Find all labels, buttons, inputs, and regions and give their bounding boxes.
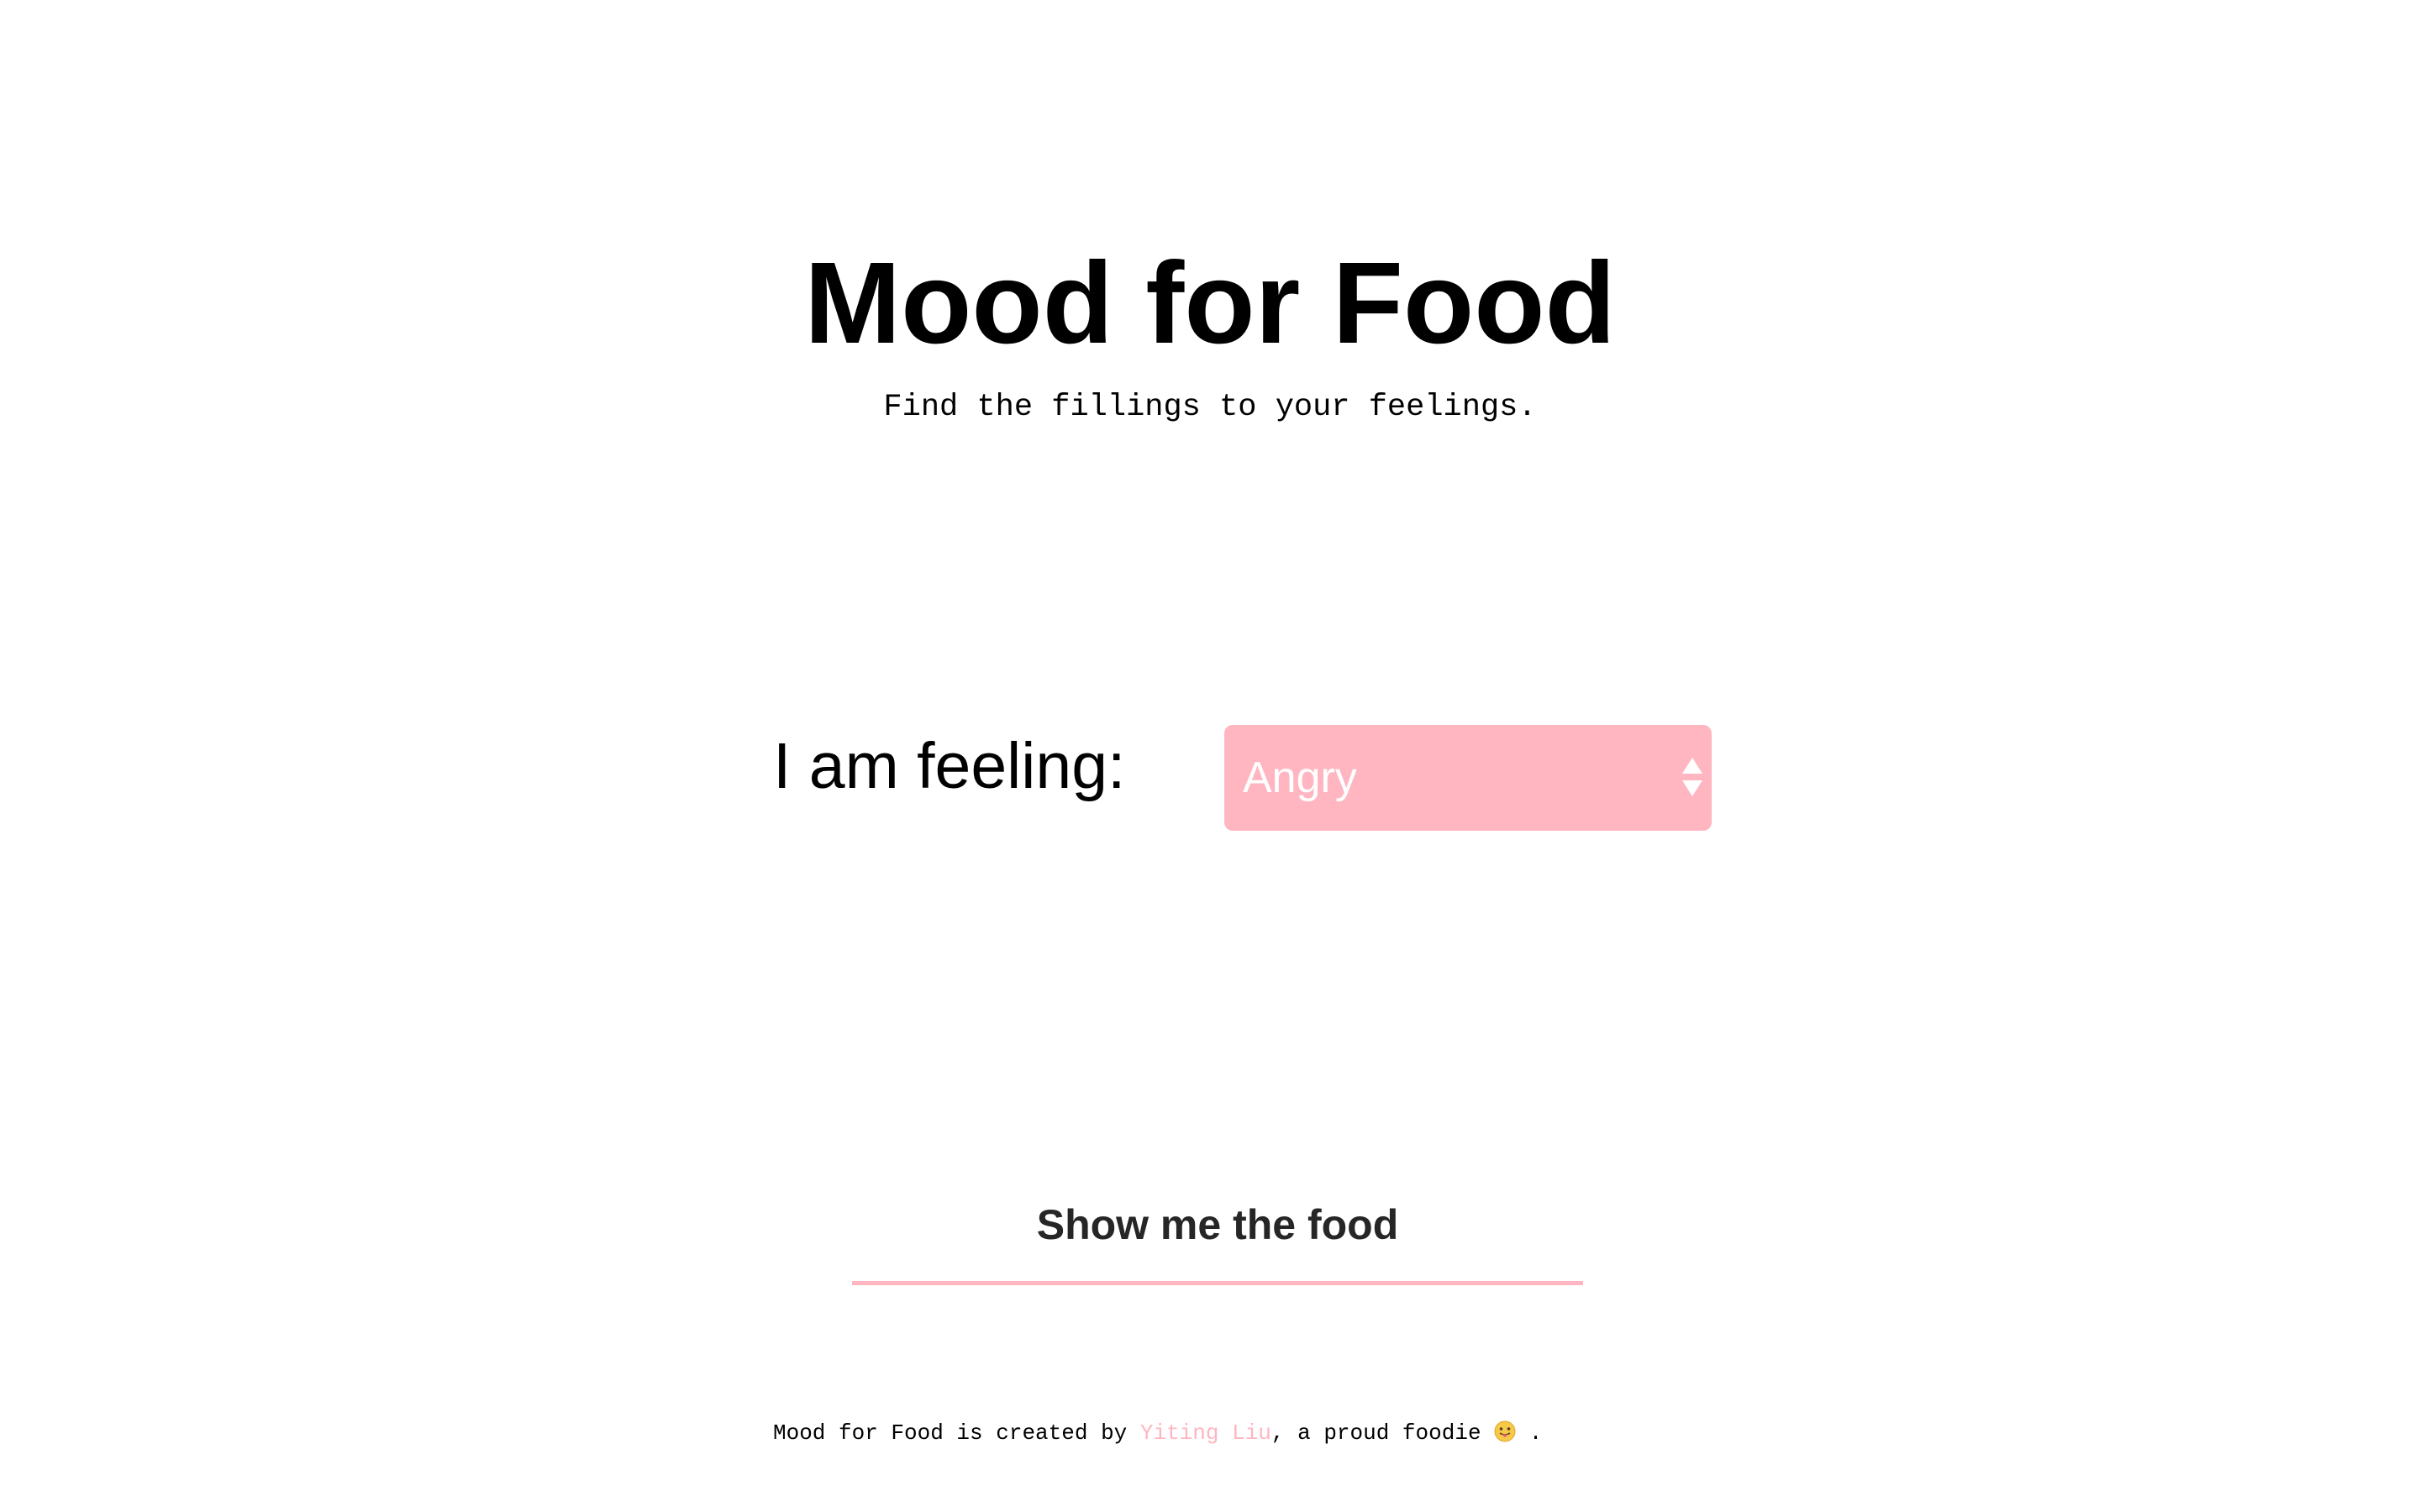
show-food-button[interactable]: Show me the food — [852, 1168, 1583, 1285]
mood-select[interactable]: Angry — [1224, 725, 1712, 831]
page-tagline: Find the fillings to your feelings. — [883, 390, 1537, 425]
tongue-out-face-icon — [1494, 1420, 1516, 1442]
footer-middle: , a proud foodie — [1270, 1420, 1495, 1446]
show-food-button-label: Show me the food — [1036, 1200, 1399, 1248]
stepper-arrows-icon — [1682, 758, 1702, 796]
footer-credit: Mood for Food is created by Yiting Liu, … — [773, 1416, 1542, 1450]
footer-suffix: . — [1516, 1420, 1543, 1446]
feeling-label: I am feeling: — [773, 730, 1126, 802]
author-link[interactable]: Yiting Liu — [1140, 1420, 1271, 1446]
page-title: Mood for Food — [804, 239, 1616, 368]
mood-select-value: Angry — [1243, 753, 1357, 802]
footer-prefix: Mood for Food is created by — [773, 1420, 1140, 1446]
